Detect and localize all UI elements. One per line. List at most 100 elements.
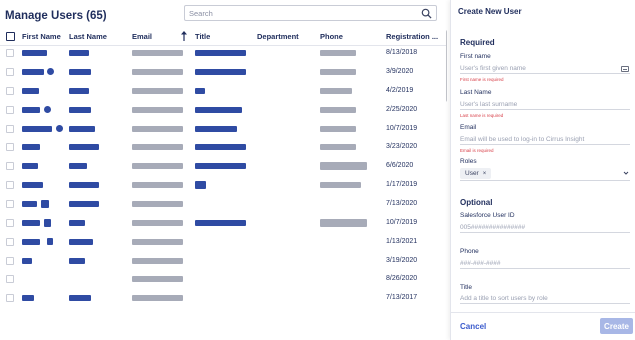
email-redacted [132,163,183,169]
email-redacted [132,50,183,56]
cancel-button[interactable]: Cancel [460,322,486,331]
column-phone[interactable]: Phone [320,32,343,41]
role-chip-label: User [465,170,479,177]
row-checkbox[interactable] [6,200,14,208]
registration-date: 1/13/2021 [386,238,418,245]
search-icon[interactable] [421,8,432,19]
table-row[interactable]: 3/9/2020 [0,63,447,81]
roles-label: Roles [460,158,477,165]
table-row[interactable]: 1/17/2019 [0,176,447,194]
sync-badge-icon [47,68,54,75]
row-checkbox[interactable] [6,275,14,283]
title-field[interactable] [460,293,630,304]
row-checkbox[interactable] [6,125,14,133]
first-name-redacted [22,69,44,75]
row-checkbox[interactable] [6,257,14,265]
first-name-redacted [22,163,38,169]
panel-title: Create New User [458,7,522,16]
column-first-name[interactable]: First Name [22,32,61,41]
user-list-area: Manage Users (65) First Name Last Name E… [0,0,447,340]
table-row[interactable]: 4/2/2019 [0,82,447,100]
last-name-redacted [69,258,85,264]
table-row[interactable]: 7/13/2020 [0,195,447,213]
registration-date: 10/7/2019 [386,125,418,132]
email-redacted [132,69,183,75]
table-row[interactable]: 10/7/2019 [0,120,447,138]
select-all-checkbox[interactable] [6,32,15,41]
row-checkbox[interactable] [6,49,14,57]
footer-divider [451,312,635,313]
column-title[interactable]: Title [195,32,210,41]
phone-redacted [320,69,356,75]
first-name-field[interactable] [460,63,630,74]
row-checkbox[interactable] [6,294,14,302]
email-redacted [132,107,183,113]
list-scrollbar[interactable] [446,30,447,102]
first-name-redacted [22,220,40,226]
column-registration[interactable]: Registration ... [386,32,438,41]
table-row[interactable]: 10/7/2019 [0,214,447,232]
table-row[interactable]: 8/26/2020 [0,270,447,288]
registration-date: 4/2/2019 [386,87,414,94]
row-checkbox[interactable] [6,181,14,189]
row-checkbox[interactable] [6,162,14,170]
registration-date: 2/25/2020 [386,106,418,113]
first-name-redacted [22,88,39,94]
title-redacted [195,220,246,226]
table-row[interactable]: 6/6/2020 [0,157,447,175]
roles-select[interactable]: User × [460,167,630,181]
row-checkbox[interactable] [6,219,14,227]
table-row[interactable]: 3/23/2020 [0,138,447,156]
title-label: Title [460,284,473,291]
sort-up-icon[interactable] [181,31,187,41]
table-header: First Name Last Name Email Title Departm… [0,30,447,44]
table-row[interactable]: 8/13/2018 [0,44,447,62]
table-row[interactable]: 7/13/2017 [0,289,447,307]
last-name-label: Last Name [460,89,492,96]
email-label: Email [460,124,477,131]
remove-chip-icon[interactable]: × [483,171,487,177]
first-name-redacted [22,126,52,132]
row-checkbox[interactable] [6,143,14,151]
row-checkbox[interactable] [6,106,14,114]
last-name-redacted [69,69,91,75]
table-row[interactable]: 1/13/2021 [0,233,447,251]
row-checkbox[interactable] [6,238,14,246]
phone-redacted [320,126,356,132]
role-chip-user: User × [460,168,492,179]
last-name-redacted [69,295,91,301]
chevron-down-icon[interactable] [623,170,629,176]
title-redacted [195,181,206,189]
row-checkbox[interactable] [6,87,14,95]
column-last-name[interactable]: Last Name [69,32,107,41]
search-box[interactable] [184,5,437,21]
email-redacted [132,276,183,282]
first-name-error: First name is required [460,77,504,82]
phone-field[interactable] [460,258,630,269]
column-email[interactable]: Email [132,32,152,41]
email-redacted [132,295,183,301]
email-redacted [132,258,183,264]
search-input[interactable] [189,7,414,19]
table-row[interactable]: 3/19/2020 [0,252,447,270]
last-name-redacted [69,182,99,188]
salesforce-id-field[interactable] [460,222,630,233]
last-name-redacted [69,144,99,150]
first-name-redacted [22,182,43,188]
phone-redacted [320,88,352,94]
row-checkbox[interactable] [6,68,14,76]
last-name-field[interactable] [460,99,630,110]
optional-heading: Optional [460,198,493,207]
column-department[interactable]: Department [257,32,299,41]
first-name-redacted [47,238,53,245]
last-name-redacted [69,239,93,245]
email-redacted [132,182,183,188]
last-name-redacted [69,201,99,207]
title-redacted [195,69,246,75]
last-name-error: Last name is required [460,113,504,118]
first-name-redacted [44,219,51,227]
email-field[interactable] [460,134,630,145]
create-button[interactable]: Create [600,318,633,334]
title-redacted [195,126,237,132]
table-row[interactable]: 2/25/2020 [0,101,447,119]
